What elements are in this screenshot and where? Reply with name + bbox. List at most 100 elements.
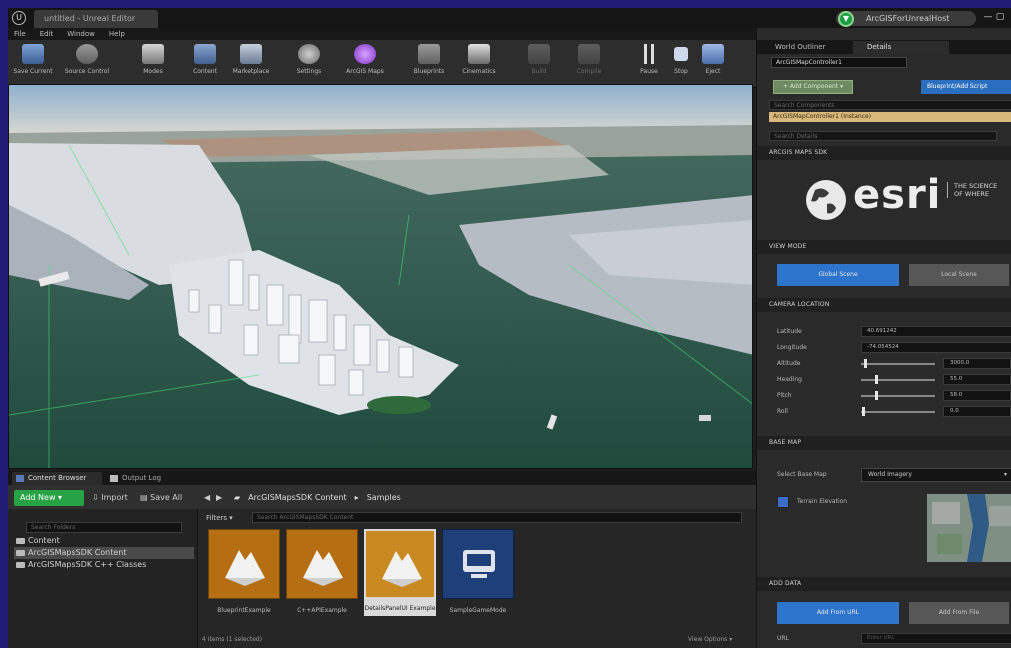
marketplace-icon xyxy=(240,44,262,64)
altitude-slider[interactable] xyxy=(861,363,935,365)
roll-slider-knob[interactable] xyxy=(862,407,865,416)
eject-button[interactable]: Eject xyxy=(688,44,738,86)
url-label: URL xyxy=(777,635,789,642)
tree-item-arcgis-cpp-classes[interactable]: ArcGISMapsSDK C++ Classes xyxy=(14,559,194,571)
section-add-data[interactable]: ADD DATA xyxy=(757,577,1011,591)
folder-search-input[interactable]: Search Folders xyxy=(26,522,182,533)
section-base-map[interactable]: BASE MAP xyxy=(757,436,1011,450)
tab-world-outliner[interactable]: World Outliner xyxy=(761,41,849,54)
maximize-button[interactable]: ▢ xyxy=(994,12,1006,22)
menu-edit[interactable]: Edit xyxy=(40,28,54,40)
city-scene-render xyxy=(9,85,752,468)
arcgis-maps-button[interactable]: ArcGIS Maps xyxy=(340,44,390,86)
local-scene-button[interactable]: Local Scene xyxy=(909,264,1009,286)
add-from-file-button[interactable]: Add From File xyxy=(909,602,1009,624)
folder-icon xyxy=(16,538,25,544)
asset-grid: BlueprintExample C++APIExample DetailsPa… xyxy=(200,529,750,639)
menu-window[interactable]: Window xyxy=(67,28,95,40)
document-tab[interactable]: untitled - Unreal Editor xyxy=(34,10,158,28)
asset-search-input[interactable]: Search ArcGISMapsSDK Content xyxy=(252,512,742,523)
terrain-elevation-checkbox[interactable] xyxy=(777,496,789,508)
filter-bar: Filters ▾ Search ArcGISMapsSDK Content xyxy=(200,512,750,524)
build-button[interactable]: Build xyxy=(514,44,564,86)
tree-item-arcgis-content[interactable]: ArcGISMapsSDK Content xyxy=(14,547,194,559)
view-options-button[interactable]: View Options ▾ xyxy=(688,636,732,643)
add-new-button[interactable]: Add New ▾ xyxy=(14,490,84,506)
url-input[interactable]: Enter URL xyxy=(861,633,1011,644)
folder-icon: ▰ xyxy=(234,493,241,502)
pause-icon xyxy=(644,44,654,64)
blueprint-add-script-button[interactable]: Blueprint/Add Script xyxy=(921,80,1011,94)
heading-slider-knob[interactable] xyxy=(875,375,878,384)
pitch-field[interactable]: 58.0 xyxy=(943,390,1011,401)
heading-field[interactable]: 55.0 xyxy=(943,374,1011,385)
tab-details[interactable]: Details xyxy=(853,41,949,54)
compile-button[interactable]: Compile xyxy=(564,44,614,86)
save-current-button[interactable]: Save Current xyxy=(8,44,58,86)
folder-icon xyxy=(16,550,25,556)
save-icon xyxy=(22,44,44,64)
heading-slider[interactable] xyxy=(861,379,935,381)
source-control-icon xyxy=(76,44,98,64)
instance-row[interactable]: ArcGISMapController1 (Instance) xyxy=(769,112,1011,122)
tab-content-browser[interactable]: Content Browser xyxy=(12,472,102,485)
level-viewport[interactable] xyxy=(8,84,753,469)
source-control-button[interactable]: Source Control xyxy=(62,44,112,86)
pitch-slider[interactable] xyxy=(861,395,935,397)
settings-icon xyxy=(298,44,320,64)
stop-icon xyxy=(674,47,688,61)
minimize-button[interactable]: — xyxy=(982,12,994,22)
breadcrumb: ▰ ArcGISMapsSDK Content ▸ Samples xyxy=(234,490,401,506)
latitude-label: Latitude xyxy=(777,328,802,335)
altitude-field[interactable]: 3000.0 xyxy=(943,358,1011,369)
section-view-mode[interactable]: VIEW MODE xyxy=(757,240,1011,254)
asset-cpp-api-example[interactable]: C++APIExample xyxy=(286,529,358,629)
blueprints-icon xyxy=(418,44,440,64)
base-map-select[interactable]: World Imagery ▾ xyxy=(861,468,1011,482)
tree-item-content[interactable]: Content xyxy=(14,535,194,547)
tab-output-log[interactable]: Output Log xyxy=(106,472,176,485)
menu-file[interactable]: File xyxy=(14,28,26,40)
blueprint-thumbnail-icon xyxy=(364,529,436,599)
pitch-slider-knob[interactable] xyxy=(875,391,878,400)
compile-icon xyxy=(578,44,600,64)
roll-field[interactable]: 0.0 xyxy=(943,406,1011,417)
latitude-field[interactable]: 40.691242 xyxy=(861,326,1011,337)
asset-sample-game-mode[interactable]: SampleGameMode xyxy=(442,529,514,629)
back-arrow-icon[interactable]: ◀ xyxy=(204,490,210,506)
add-component-button[interactable]: + Add Component ▾ xyxy=(773,80,853,94)
blueprints-button[interactable]: Blueprints xyxy=(404,44,454,86)
content-button[interactable]: Content xyxy=(180,44,230,86)
terrain-elevation-label: Terrain Elevation xyxy=(797,498,848,505)
marketplace-button[interactable]: Marketplace xyxy=(226,44,276,86)
asset-blueprint-example[interactable]: BlueprintExample xyxy=(208,529,280,629)
filters-button[interactable]: Filters ▾ xyxy=(200,512,233,524)
breadcrumb-root[interactable]: ArcGISMapsSDK Content xyxy=(248,490,347,506)
add-from-url-button[interactable]: Add From URL xyxy=(777,602,899,624)
save-all-button[interactable]: ▤ Save All xyxy=(140,490,182,506)
asset-details-panel-example[interactable]: DetailsPanelUI Example xyxy=(364,529,436,629)
components-search-input[interactable]: Search Components xyxy=(769,100,1011,110)
longitude-field[interactable]: -74.054524 xyxy=(861,342,1011,353)
main-toolbar: Save Current Source Control Modes Conten… xyxy=(8,40,756,88)
import-button[interactable]: ⇩ Import xyxy=(92,490,128,506)
section-camera-location[interactable]: CAMERA LOCATION xyxy=(757,298,1011,312)
output-log-icon xyxy=(110,475,118,482)
import-icon: ⇩ xyxy=(92,493,102,502)
details-panel-tabs: World Outliner Details xyxy=(757,40,1011,54)
actor-name-field[interactable]: ArcGISMapController1 xyxy=(771,57,907,68)
modes-icon xyxy=(142,44,164,64)
modes-button[interactable]: Modes xyxy=(128,44,178,86)
menu-help[interactable]: Help xyxy=(109,28,125,40)
cinematics-button[interactable]: Cinematics xyxy=(454,44,504,86)
altitude-slider-knob[interactable] xyxy=(864,359,867,368)
forward-arrow-icon[interactable]: ▶ xyxy=(216,490,222,506)
details-search-input[interactable]: Search Details xyxy=(769,131,997,141)
roll-slider[interactable] xyxy=(861,411,935,413)
base-map-thumbnail xyxy=(927,494,1011,562)
global-scene-button[interactable]: Global Scene xyxy=(777,264,899,286)
content-browser-tabs: Content Browser Output Log xyxy=(8,471,756,485)
breadcrumb-samples[interactable]: Samples xyxy=(367,490,401,506)
settings-button[interactable]: Settings xyxy=(284,44,334,86)
section-arcgis-sdk[interactable]: ARCGIS MAPS SDK xyxy=(757,146,1011,160)
